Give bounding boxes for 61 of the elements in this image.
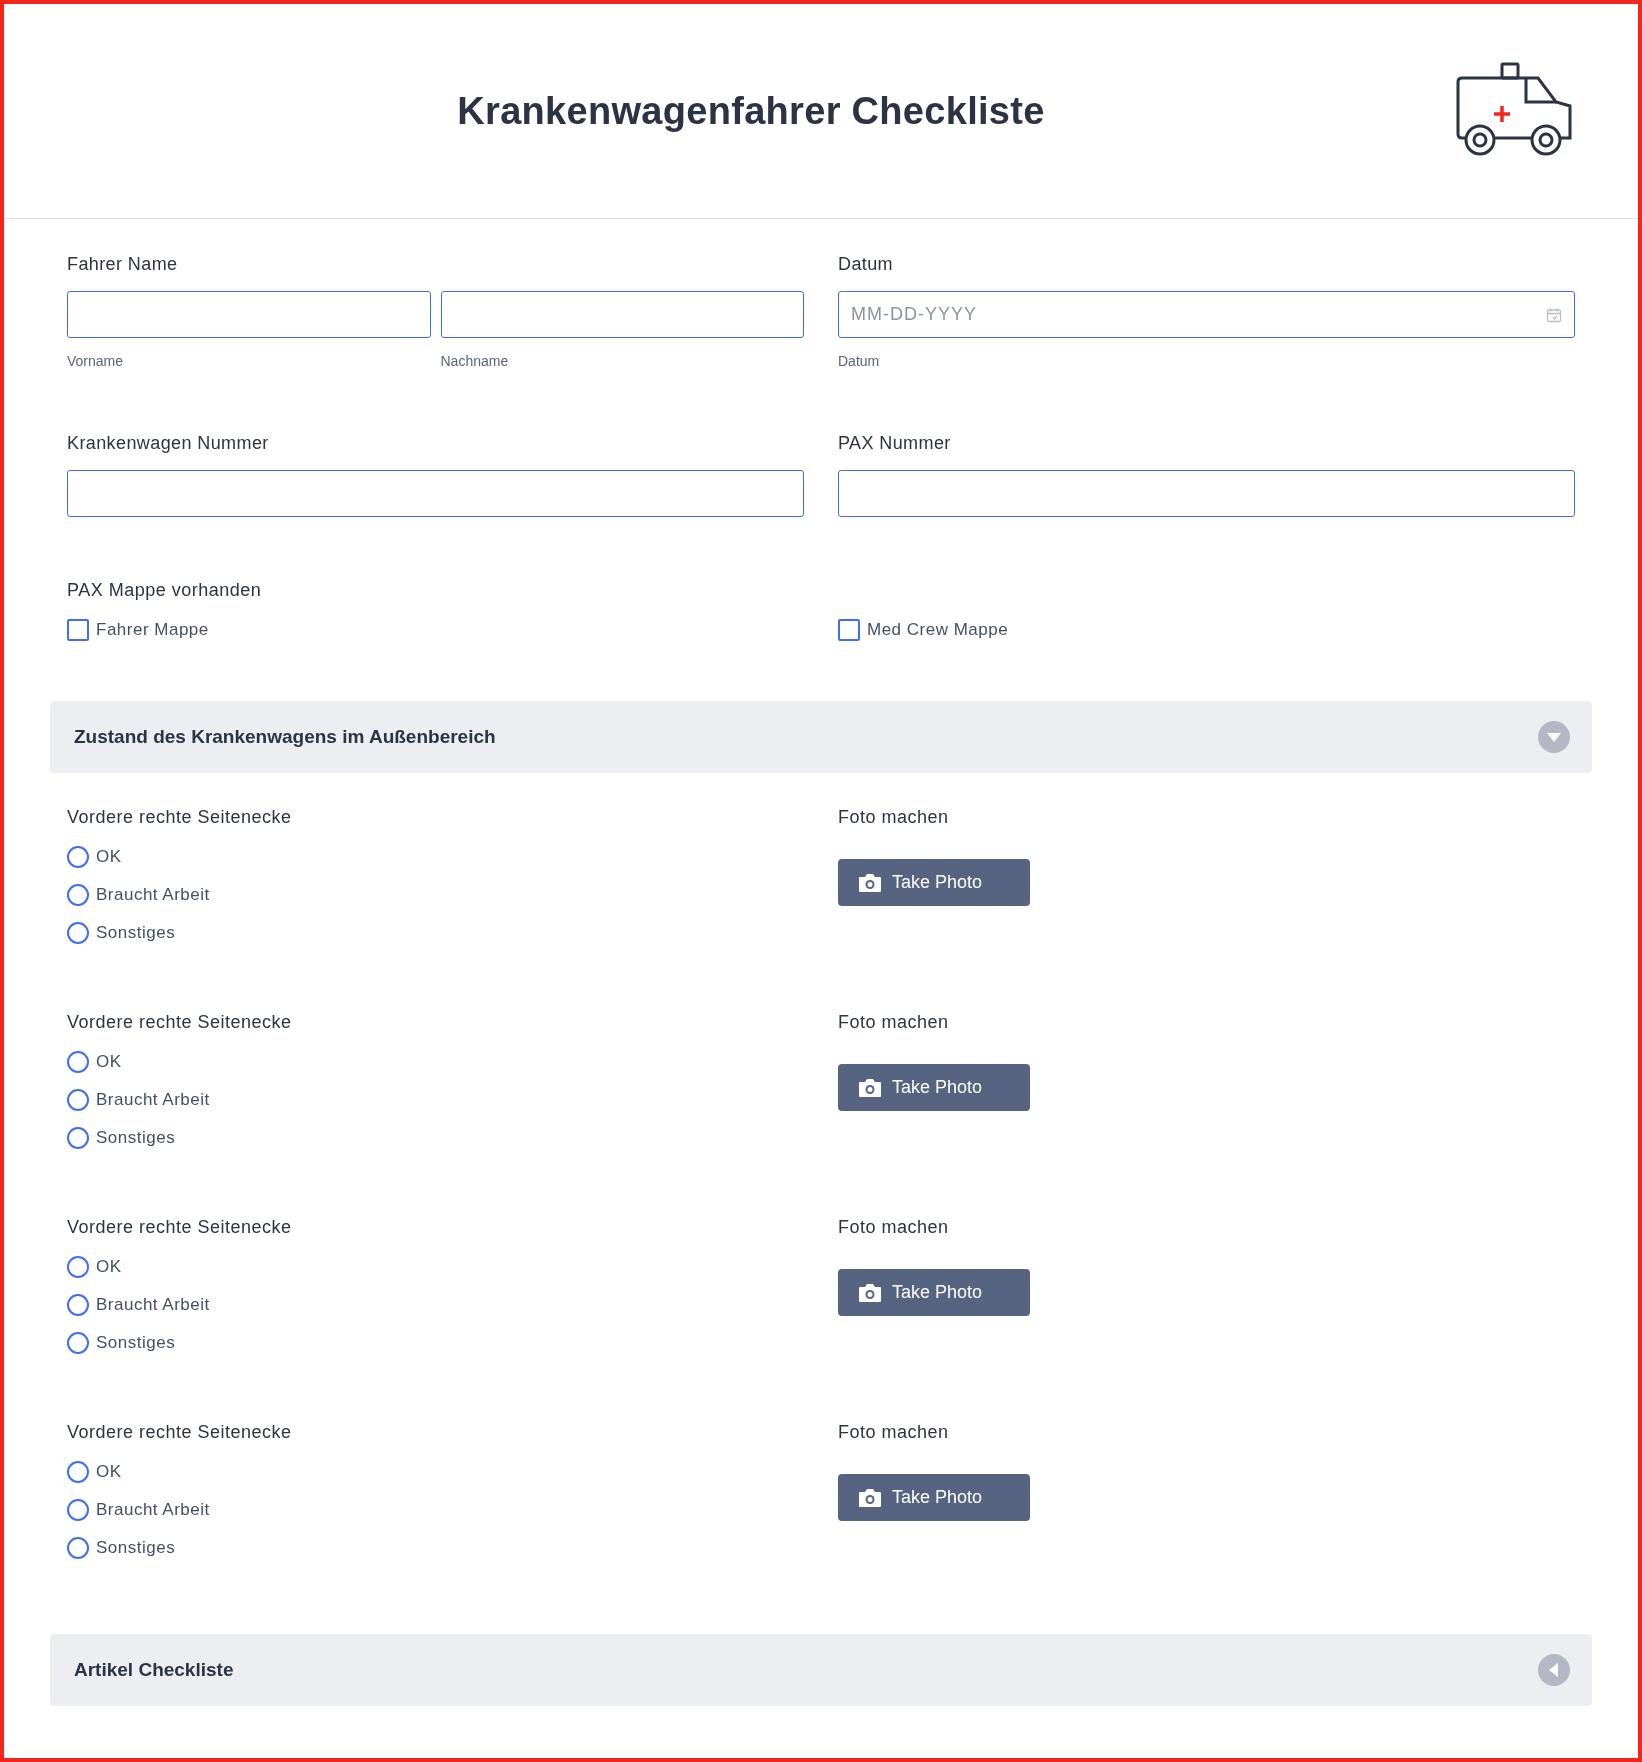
option-label[interactable]: Braucht Arbeit xyxy=(96,1295,210,1315)
checkbox[interactable] xyxy=(838,619,860,641)
radio-button[interactable] xyxy=(67,922,89,944)
radio-button[interactable] xyxy=(67,1089,89,1111)
field-label: Datum xyxy=(838,253,894,275)
input-field[interactable] xyxy=(440,291,804,338)
photo-label: Foto machen xyxy=(838,1011,950,1033)
option-label[interactable]: Sonstiges xyxy=(96,1128,176,1148)
radio-button[interactable] xyxy=(67,1537,89,1559)
field-sublabel: Vorname xyxy=(67,352,125,370)
field-label: Fahrer Name xyxy=(67,253,179,275)
field-sublabel: Nachname xyxy=(440,352,510,370)
camera-icon xyxy=(858,1487,882,1508)
question-label: Vordere rechte Seitenecke xyxy=(67,806,293,828)
option-label[interactable]: Sonstiges xyxy=(96,1333,176,1353)
input-field[interactable] xyxy=(838,470,1575,517)
take-photo-button[interactable]: Take Photo xyxy=(838,1064,1030,1111)
option-label[interactable]: Braucht Arbeit xyxy=(96,885,210,905)
radio-button[interactable] xyxy=(67,1051,89,1073)
take-photo-button[interactable]: Take Photo xyxy=(838,1269,1030,1316)
radio-button[interactable] xyxy=(67,1332,89,1354)
take-photo-button[interactable]: Take Photo xyxy=(838,859,1030,906)
photo-label: Foto machen xyxy=(838,806,950,828)
radio-button[interactable] xyxy=(67,1461,89,1483)
option-label[interactable]: Braucht Arbeit xyxy=(96,1090,210,1110)
checkbox[interactable] xyxy=(67,619,89,641)
form-title: Krankenwagenfahrer Checkliste xyxy=(457,89,1045,133)
section-title: Zustand des Krankenwagens im Außenbereich xyxy=(74,726,496,748)
option-label[interactable]: OK xyxy=(96,847,122,867)
camera-icon xyxy=(858,872,882,893)
radio-button[interactable] xyxy=(67,1256,89,1278)
question-label: Vordere rechte Seitenecke xyxy=(67,1421,293,1443)
option-label[interactable]: Braucht Arbeit xyxy=(96,1500,210,1520)
checkbox-label[interactable]: Fahrer Mappe xyxy=(96,620,209,640)
option-label[interactable]: OK xyxy=(96,1462,122,1482)
checkbox-label[interactable]: Med Crew Mappe xyxy=(867,620,1009,640)
question-label: Vordere rechte Seitenecke xyxy=(67,1011,293,1033)
radio-button[interactable] xyxy=(67,1294,89,1316)
question-label: Vordere rechte Seitenecke xyxy=(67,1216,293,1238)
input-field[interactable] xyxy=(67,291,431,338)
field-label: Krankenwagen Nummer xyxy=(67,432,270,454)
photo-label: Foto machen xyxy=(838,1421,950,1443)
camera-icon xyxy=(858,1077,882,1098)
option-label[interactable]: OK xyxy=(96,1257,122,1277)
section-header[interactable]: Zustand des Krankenwagens im Außenbereich xyxy=(50,701,1592,773)
option-label[interactable]: Sonstiges xyxy=(96,1538,176,1558)
radio-button[interactable] xyxy=(67,846,89,868)
radio-button[interactable] xyxy=(67,1499,89,1521)
option-label[interactable]: Sonstiges xyxy=(96,923,176,943)
group-label: PAX Mappe vorhanden xyxy=(67,579,263,601)
input-field[interactable] xyxy=(67,470,804,517)
radio-button[interactable] xyxy=(67,884,89,906)
camera-icon xyxy=(858,1282,882,1303)
field-sublabel: Datum xyxy=(838,352,881,370)
section-header[interactable]: Artikel Checkliste xyxy=(50,1634,1592,1706)
radio-button[interactable] xyxy=(67,1127,89,1149)
take-photo-button[interactable]: Take Photo xyxy=(838,1474,1030,1521)
photo-label: Foto machen xyxy=(838,1216,950,1238)
field-label: PAX Nummer xyxy=(838,432,952,454)
option-label[interactable]: OK xyxy=(96,1052,122,1072)
section-title: Artikel Checkliste xyxy=(74,1659,234,1681)
